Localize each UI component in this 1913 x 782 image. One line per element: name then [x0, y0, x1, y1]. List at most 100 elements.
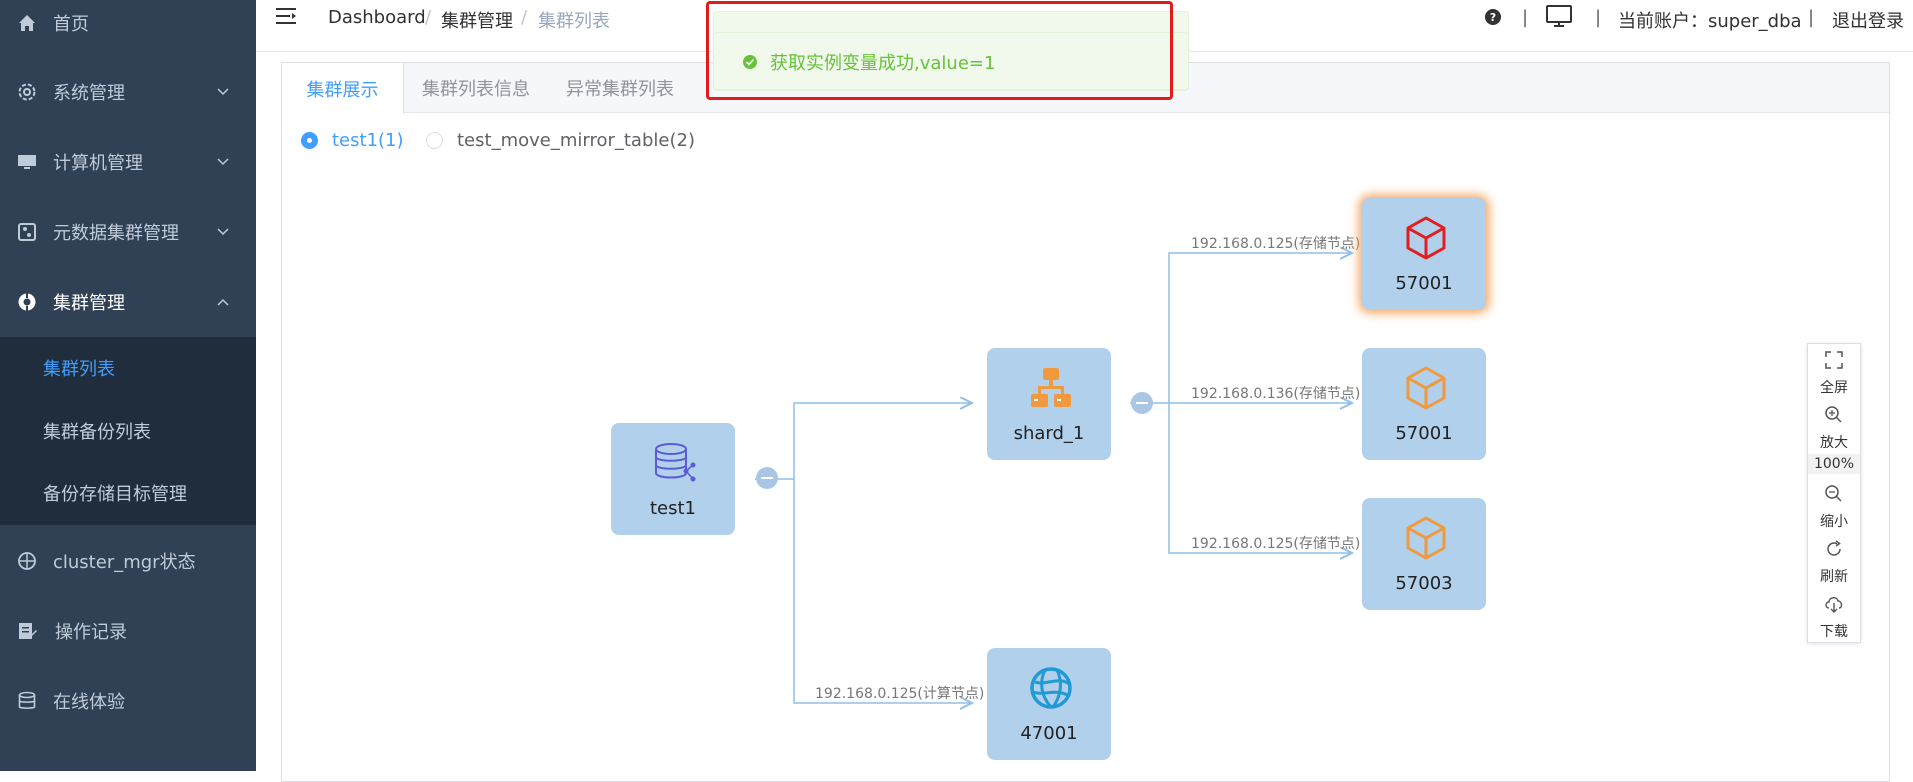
sidebar-item-computer[interactable]: 计算机管理: [0, 127, 256, 197]
node-label: 57001: [1395, 423, 1453, 444]
sidebar-item-label: 操作记录: [55, 622, 127, 643]
node-label: test1: [649, 498, 697, 519]
sidebar-item-label: 首页: [53, 14, 89, 35]
graph-toolbox: 全屏 放大 100% 缩小 刷新 下载: [1807, 343, 1861, 643]
radio-dot: [426, 132, 443, 149]
breadcrumb-separator: /: [521, 7, 528, 28]
tab-abnormal-cluster-list[interactable]: 异常集群列表: [548, 63, 692, 113]
help-icon[interactable]: ?: [1485, 9, 1501, 25]
node-storage-57001[interactable]: 57001: [1362, 348, 1486, 460]
submenu-item-backup-storage[interactable]: 备份存储目标管理: [0, 462, 256, 524]
home-icon: [16, 12, 38, 34]
tab-cluster-display[interactable]: 集群展示: [282, 63, 404, 114]
edge-label-storage-2: 192.168.0.136(存储节点): [1191, 386, 1361, 402]
sidebar-item-label: 计算机管理: [53, 153, 143, 174]
node-label: 57003: [1395, 573, 1453, 594]
radio-label: test1(1): [332, 130, 404, 151]
cloud-download-icon: [1825, 597, 1843, 613]
tab-cluster-list-info[interactable]: 集群列表信息: [404, 63, 548, 113]
cube-icon: [1406, 366, 1446, 410]
sidebar-item-label: 系统管理: [53, 83, 125, 104]
sitemap-icon: [1031, 368, 1071, 407]
node-label: 47001: [1020, 723, 1078, 744]
lifebuoy-icon: [16, 291, 38, 313]
cube-icon: [1406, 216, 1446, 260]
toolbox-label: 下载: [1820, 624, 1848, 640]
edge-label-compute: 192.168.0.125(计算节点): [815, 686, 985, 702]
screen-icon[interactable]: [1546, 5, 1572, 29]
sidebar: 首页 系统管理 计算机管理 元数据集群管理 集群管理 集群列表 集群备份列表 备…: [0, 0, 256, 771]
cube-icon: [1406, 516, 1446, 560]
header-separator: |: [1595, 7, 1602, 28]
zoom-in-button[interactable]: 放大: [1808, 399, 1860, 453]
node-compute-47001[interactable]: 47001: [987, 648, 1111, 760]
chevron-down-icon: [216, 85, 230, 99]
download-button[interactable]: 下载: [1808, 588, 1860, 642]
monitor-icon: [16, 151, 38, 173]
expand-icon: [1825, 351, 1843, 369]
annotation-highlight-box: [706, 1, 1173, 100]
refresh-button[interactable]: 刷新: [1808, 533, 1860, 587]
submenu-item-cluster-list[interactable]: 集群列表: [0, 337, 256, 399]
zoom-level: 100%: [1808, 454, 1860, 474]
database-icon: [16, 690, 38, 712]
node-shard-1[interactable]: shard_1: [987, 348, 1111, 460]
submenu-item-label: 备份存储目标管理: [43, 484, 187, 505]
sidebar-item-label: 集群管理: [53, 293, 125, 314]
collapse-toggle-root[interactable]: [756, 467, 778, 489]
edge-label-storage-1: 192.168.0.125(存储节点): [1191, 236, 1361, 252]
globe-icon: [1030, 667, 1072, 709]
edit-doc-icon: [16, 620, 38, 642]
radio-test1[interactable]: test1(1): [301, 130, 404, 151]
chevron-down-icon: [216, 225, 230, 239]
collapse-toggle-shard[interactable]: [1131, 392, 1153, 414]
sliders-icon: [16, 221, 38, 243]
logout-link[interactable]: 退出登录: [1832, 7, 1904, 33]
database-share-icon: [655, 443, 696, 482]
sidebar-item-metadata-cluster[interactable]: 元数据集群管理: [0, 197, 256, 267]
fullscreen-button[interactable]: 全屏: [1808, 344, 1860, 398]
sidebar-item-system[interactable]: 系统管理: [0, 57, 256, 127]
chevron-up-icon: [216, 295, 230, 309]
crosshair-icon: [16, 550, 38, 572]
toolbox-label: 放大: [1820, 435, 1848, 451]
sidebar-item-cluster-mgr-status[interactable]: cluster_mgr状态: [0, 526, 256, 596]
radio-label: test_move_mirror_table(2): [457, 130, 695, 151]
sidebar-item-label: cluster_mgr状态: [53, 552, 196, 573]
submenu-item-backup-list[interactable]: 集群备份列表: [0, 400, 256, 462]
refresh-icon: [1827, 540, 1841, 556]
header-separator: |: [1808, 7, 1815, 28]
sidebar-item-online-trial[interactable]: 在线体验: [0, 666, 256, 736]
breadcrumb-cluster-list: 集群列表: [538, 11, 610, 32]
cluster-submenu: 集群列表 集群备份列表 备份存储目标管理: [0, 337, 256, 525]
sidebar-item-label: 元数据集群管理: [53, 223, 179, 244]
breadcrumb-dashboard[interactable]: Dashboard: [328, 7, 426, 28]
breadcrumb-cluster-management[interactable]: 集群管理: [441, 7, 513, 33]
submenu-item-label: 集群列表: [43, 359, 115, 380]
sidebar-item-operation-log[interactable]: 操作记录: [0, 596, 256, 666]
chevron-down-icon: [216, 155, 230, 169]
zoom-out-icon: [1825, 485, 1842, 502]
node-label: 57001: [1395, 273, 1453, 294]
edge-label-storage-3: 192.168.0.125(存储节点): [1191, 536, 1361, 552]
header-separator: |: [1522, 7, 1529, 28]
node-cluster-test1[interactable]: test1: [611, 423, 735, 535]
node-label: shard_1: [1013, 423, 1085, 444]
node-storage-57001-primary[interactable]: 57001: [1362, 198, 1486, 310]
node-storage-57003[interactable]: 57003: [1362, 498, 1486, 610]
svg-text:?: ?: [1490, 11, 1496, 24]
hamburger-menu-icon[interactable]: [276, 6, 300, 30]
toolbox-label: 缩小: [1820, 514, 1848, 530]
radio-test-move-mirror-table[interactable]: test_move_mirror_table(2): [426, 130, 695, 151]
sidebar-item-home[interactable]: 首页: [0, 0, 256, 58]
toolbox-label: 全屏: [1820, 380, 1848, 396]
gear-icon: [16, 81, 38, 103]
current-account: 当前账户：super_dba: [1618, 11, 1802, 32]
radio-dot: [301, 132, 318, 149]
sidebar-item-label: 在线体验: [53, 692, 125, 713]
breadcrumb-separator: /: [425, 7, 432, 28]
zoom-out-button[interactable]: 缩小: [1808, 478, 1860, 532]
sidebar-item-cluster-management[interactable]: 集群管理: [0, 267, 256, 337]
zoom-in-icon: [1825, 406, 1842, 423]
toolbox-label: 刷新: [1820, 569, 1848, 585]
